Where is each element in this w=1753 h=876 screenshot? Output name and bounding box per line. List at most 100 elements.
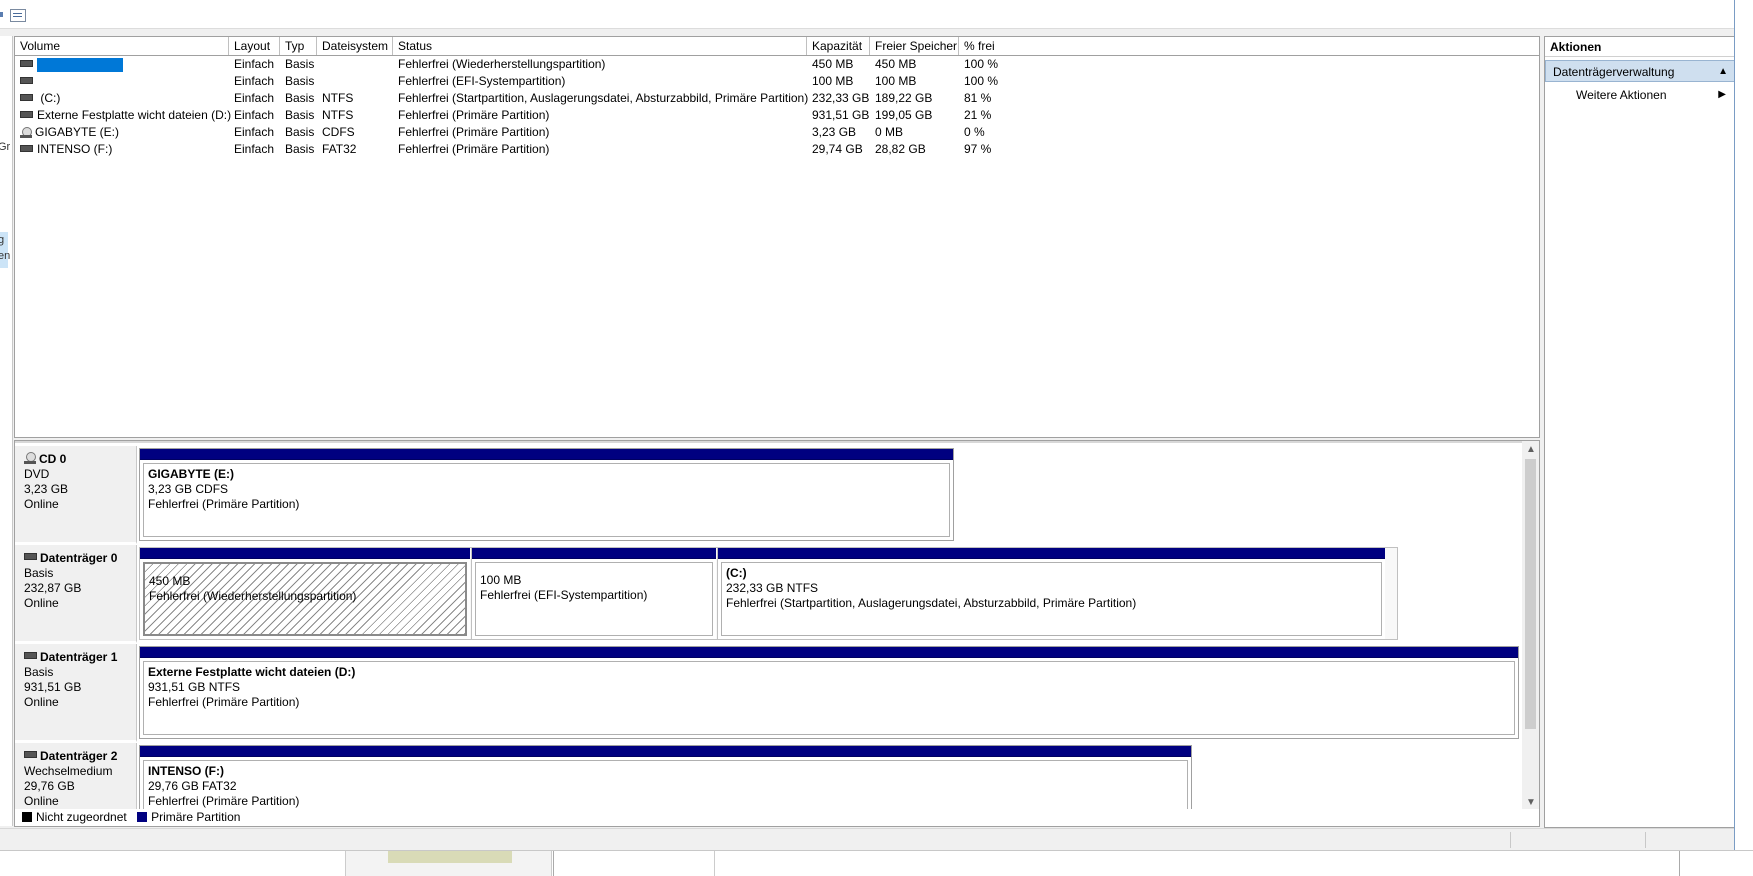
status-segment — [1510, 832, 1511, 848]
scroll-up-icon[interactable]: ▲ — [1526, 444, 1536, 455]
column-dateisystem[interactable]: Dateisystem — [317, 37, 393, 55]
disk-label-cd0[interactable]: CD 0 DVD 3,23 GB Online — [15, 446, 137, 544]
cell-typ: Basis — [285, 142, 315, 156]
primary-swatch — [137, 811, 148, 822]
partition-efi[interactable]: 100 MB Fehlerfrei (EFI-Systempartition) — [471, 548, 716, 639]
cell-layout: Einfach — [234, 57, 275, 71]
status-segment — [1645, 832, 1646, 848]
disk-label-0[interactable]: Datenträger 0 Basis 232,87 GB Online — [15, 545, 137, 643]
partition-name: INTENSO (F:) — [148, 764, 224, 778]
collapse-up-icon[interactable]: ▲ — [1718, 61, 1728, 83]
scrollbar-thumb[interactable] — [1525, 459, 1536, 729]
disk-label-2[interactable]: Datenträger 2 Wechselmedium 29,76 GB Onl… — [15, 743, 137, 811]
primary-partition-bar — [718, 548, 1385, 559]
tree-fragment[interactable]: en — [0, 250, 10, 262]
disk-type: DVD — [24, 467, 50, 481]
cell-layout: Einfach — [234, 142, 275, 156]
partition-intenso-f[interactable]: INTENSO (F:) 29,76 GB FAT32 Fehlerfrei (… — [139, 745, 1192, 811]
weitere-aktionen-item[interactable]: Weitere Aktionen ▶ — [1576, 85, 1726, 105]
menu-item-label: Weitere Aktionen — [1576, 88, 1667, 102]
cell-pct: 97 % — [964, 142, 992, 156]
disk-state: Online — [24, 497, 59, 511]
cell-fs: NTFS — [322, 91, 354, 105]
cell-cap: 29,74 GB — [812, 142, 863, 156]
partition-size: 232,33 GB NTFS — [726, 581, 819, 595]
cell-status: Fehlerfrei (Wiederherstellungspartition) — [398, 57, 606, 71]
table-row[interactable]: GIGABYTE (E:) Einfach Basis CDFS Fehlerfrei … — [15, 124, 1539, 141]
status-bar — [0, 828, 1734, 851]
splitter[interactable] — [15, 441, 1539, 443]
column-kapazitaet[interactable]: Kapazität — [807, 37, 870, 55]
table-row[interactable]: INTENSO (F:) Einfach Basis FAT32 Fehlerfrei … — [15, 141, 1539, 158]
background-window — [345, 851, 552, 876]
cell-typ: Basis — [285, 125, 315, 139]
primary-partition-bar — [140, 449, 953, 460]
cell-free: 199,05 GB — [875, 108, 933, 122]
cell-fs — [317, 73, 322, 90]
cell-pct: 100 % — [964, 57, 999, 71]
legend-unallocated: Nicht zugeordnet — [36, 810, 127, 824]
vertical-scrollbar[interactable]: ▲ ▼ — [1522, 441, 1539, 811]
partition-externe-d[interactable]: Externe Festplatte wicht dateien (D:) 93… — [139, 646, 1519, 739]
cell-volume — [15, 73, 37, 90]
cell-cap: 450 MB — [812, 57, 854, 71]
partition-gigabyte-e[interactable]: GIGABYTE (E:) 3,23 GB CDFS Fehlerfrei (P… — [139, 448, 954, 541]
partition-details: 100 MB Fehlerfrei (EFI-Systempartition) — [475, 562, 713, 636]
partition-details: INTENSO (F:) 29,76 GB FAT32 Fehlerfrei (… — [143, 760, 1188, 811]
disk-size: 232,87 GB — [24, 581, 82, 595]
disk-icon — [24, 553, 37, 561]
partition-c[interactable]: (C:) 232,33 GB NTFS Fehlerfrei (Startpar… — [717, 548, 1385, 639]
disk-type: Wechselmedium — [24, 764, 113, 778]
cell-pct: 81 % — [964, 91, 992, 105]
column-layout[interactable]: Layout — [229, 37, 280, 55]
disk-type: Basis — [24, 665, 54, 679]
partition-status: Fehlerfrei (Primäre Partition) — [148, 794, 300, 808]
actions-header: Aktionen — [1545, 37, 1735, 57]
disk-label-1[interactable]: Datenträger 1 Basis 931,51 GB Online — [15, 644, 137, 742]
partition-details: Externe Festplatte wicht dateien (D:) 93… — [143, 661, 1515, 735]
properties-icon[interactable] — [10, 9, 26, 22]
primary-partition-bar — [140, 647, 1518, 658]
cell-free: 28,82 GB — [875, 142, 926, 156]
disk-icon — [24, 652, 37, 660]
cell-volume: INTENSO (F:) — [15, 141, 112, 158]
partition-status: Fehlerfrei (EFI-Systempartition) — [480, 588, 648, 602]
disk-icon — [20, 60, 33, 68]
back-arrow-icon[interactable] — [0, 12, 3, 17]
selection-highlight[interactable] — [37, 57, 123, 72]
partition-status: Fehlerfrei (Primäre Partition) — [148, 695, 300, 709]
disk-icon — [20, 111, 33, 119]
disk-icon — [20, 77, 33, 85]
cell-status: Fehlerfrei (Primäre Partition) — [398, 142, 550, 156]
column-typ[interactable]: Typ — [280, 37, 317, 55]
partition-status: Fehlerfrei (Wiederherstellungspartition) — [149, 589, 357, 603]
partition-size: 931,51 GB NTFS — [148, 680, 241, 694]
column-freier-speicher[interactable]: Freier Speicher — [870, 37, 959, 55]
unallocated-swatch — [22, 811, 32, 822]
cell-typ: Basis — [285, 57, 315, 71]
cell-layout: Einfach — [234, 108, 275, 122]
column-volume[interactable]: Volume — [15, 37, 229, 55]
partition-recovery[interactable]: 450 MB Fehlerfrei (Wiederherstellungspar… — [140, 548, 470, 639]
tree-fragment: Gr — [0, 141, 11, 153]
cell-layout: Einfach — [234, 91, 275, 105]
disk-icon — [20, 145, 33, 153]
volume-name: (C:) — [37, 91, 61, 105]
table-row[interactable]: Einfach Basis Fehlerfrei (Wiederherstellun… — [15, 56, 1539, 73]
toolbar — [0, 0, 1734, 29]
partition-status: Fehlerfrei (Primäre Partition) — [148, 497, 300, 511]
legend: Nicht zugeordnet Primäre Partition — [14, 809, 1540, 827]
volume-list: Volume Layout Typ Dateisystem Status Kap… — [14, 36, 1540, 438]
cell-volume: Externe Festplatte wicht dateien (D:) — [15, 107, 231, 124]
tree-fragment[interactable]: g — [0, 234, 4, 246]
scroll-down-icon[interactable]: ▼ — [1526, 797, 1536, 808]
table-row[interactable]: Externe Festplatte wicht dateien (D:) Ein… — [15, 107, 1539, 124]
table-row[interactable]: Einfach Basis Fehlerfrei (EFI-Systempartit… — [15, 73, 1539, 90]
table-row[interactable]: (C:) Einfach Basis NTFS Fehlerfrei (Startpar… — [15, 90, 1539, 107]
disk-state: Online — [24, 794, 59, 808]
actions-section-datentraegerverwaltung[interactable]: Datenträgerverwaltung ▲ — [1545, 60, 1735, 82]
column-prozent-frei[interactable]: % frei — [959, 37, 1009, 55]
primary-partition-bar — [140, 548, 470, 559]
background-windows — [0, 850, 1753, 876]
column-status[interactable]: Status — [393, 37, 807, 55]
